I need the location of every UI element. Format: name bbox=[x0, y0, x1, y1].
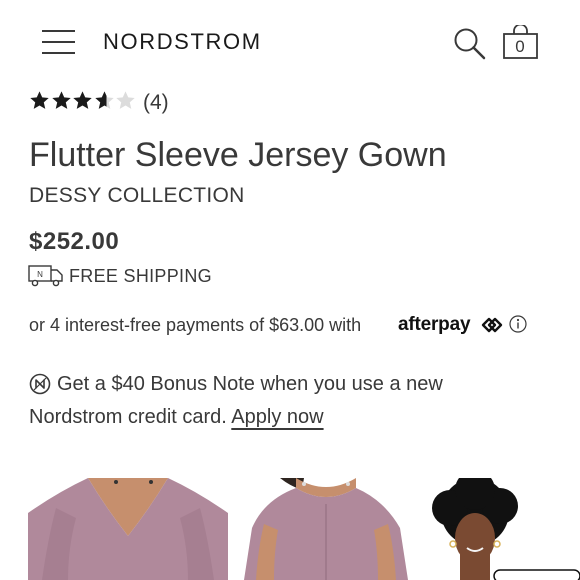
menu-line bbox=[42, 41, 75, 43]
installments-text: or 4 interest-free payments of $63.00 wi… bbox=[29, 315, 362, 335]
afterpay-icon bbox=[481, 317, 503, 333]
review-count[interactable]: (4) bbox=[143, 91, 169, 115]
star-icon bbox=[116, 91, 135, 109]
bonus-note-text-cont: Nordstrom credit card. Apply now bbox=[29, 404, 324, 430]
product-title: Flutter Sleeve Jersey Gown bbox=[29, 136, 447, 174]
product-image-model[interactable] bbox=[420, 478, 580, 580]
svg-text:N: N bbox=[37, 270, 43, 279]
credit-card-text: Nordstrom credit card. bbox=[29, 406, 227, 428]
star-icon bbox=[51, 91, 71, 109]
bonus-note-icon bbox=[29, 373, 51, 395]
product-image-front[interactable] bbox=[28, 478, 228, 580]
menu-line bbox=[42, 30, 75, 32]
nordstrom-logo[interactable]: NORDSTROM bbox=[103, 29, 262, 55]
truck-icon: N bbox=[28, 265, 63, 287]
shopping-bag-button[interactable]: 0 bbox=[503, 25, 541, 61]
bonus-note-text: Get a $40 Bonus Note when you use a new bbox=[57, 373, 443, 395]
star-icon bbox=[30, 91, 49, 109]
afterpay-logo: afterpay bbox=[398, 314, 471, 335]
free-shipping-label: FREE SHIPPING bbox=[69, 266, 212, 286]
menu-line bbox=[42, 52, 75, 54]
star-icon bbox=[73, 91, 92, 109]
model-portrait-image bbox=[432, 478, 580, 580]
star-rating[interactable] bbox=[29, 90, 137, 114]
product-image-back[interactable] bbox=[244, 478, 408, 580]
brand-name[interactable]: DESSY COLLECTION bbox=[29, 183, 245, 209]
info-icon[interactable] bbox=[509, 315, 527, 333]
model-back-image bbox=[244, 478, 408, 580]
menu-icon[interactable] bbox=[42, 28, 76, 56]
apply-now-link[interactable]: Apply now bbox=[231, 406, 323, 428]
cart-count: 0 bbox=[515, 37, 525, 56]
product-price: $252.00 bbox=[29, 228, 120, 255]
search-icon[interactable] bbox=[453, 27, 487, 61]
star-icon bbox=[94, 91, 114, 109]
model-front-image bbox=[28, 478, 228, 580]
